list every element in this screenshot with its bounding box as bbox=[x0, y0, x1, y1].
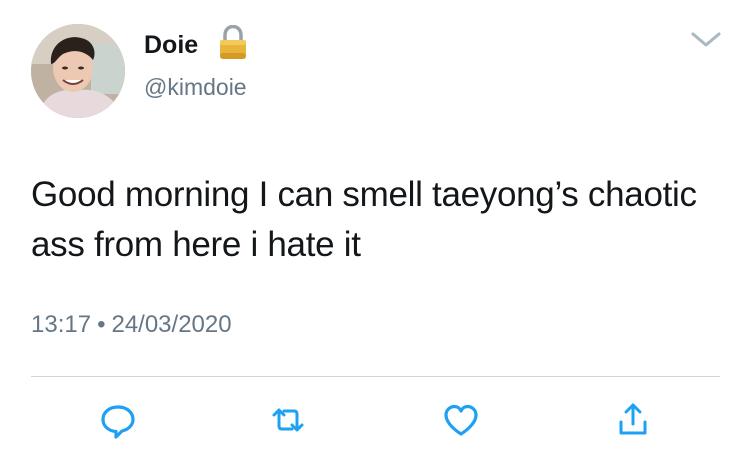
retweet-button[interactable] bbox=[268, 400, 308, 440]
share-icon bbox=[619, 403, 647, 435]
separator-dot: • bbox=[97, 311, 106, 338]
chevron-down-icon[interactable] bbox=[690, 30, 722, 50]
avatar[interactable] bbox=[31, 24, 125, 118]
reply-icon bbox=[101, 405, 135, 439]
lock-icon bbox=[217, 24, 249, 61]
heart-icon bbox=[444, 404, 478, 436]
tweet-card: Doie @kimdoie Good morning I can smell t… bbox=[0, 0, 750, 468]
tweet-date: 24/03/2020 bbox=[111, 311, 232, 338]
user-handle[interactable]: @kimdoie bbox=[144, 73, 247, 101]
like-button[interactable] bbox=[441, 400, 481, 440]
tweet-time: 13:17 bbox=[31, 311, 92, 338]
divider bbox=[31, 376, 720, 377]
display-name[interactable]: Doie bbox=[144, 30, 198, 60]
tweet-timestamp[interactable]: 13:17 • 24/03/2020 bbox=[31, 311, 232, 339]
tweet-text: Good morning I can smell taeyong’s chaot… bbox=[31, 175, 697, 264]
share-button[interactable] bbox=[613, 400, 653, 440]
reply-button[interactable] bbox=[98, 400, 138, 440]
retweet-icon bbox=[272, 408, 304, 432]
